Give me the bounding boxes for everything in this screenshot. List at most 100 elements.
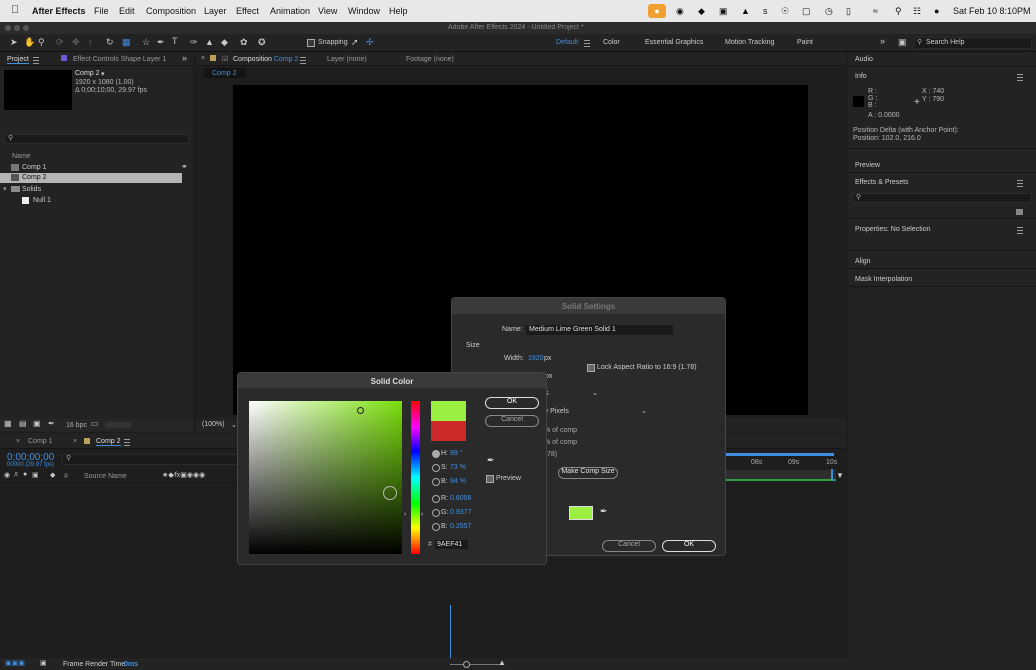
comp-marker-bin-icon[interactable]: ▼ [836,471,844,480]
rotation-tool-icon[interactable]: ↻ [106,37,114,48]
pan-tool-icon[interactable]: ✥ [72,37,80,48]
mask-interpolation-panel[interactable]: Mask Interpolation [848,272,1036,287]
project-menu-icon[interactable] [33,57,39,64]
spotlight-icon[interactable]: ⚲ [895,6,902,17]
tab-composition[interactable]: Composition Comp 2 [233,56,298,63]
timeline-tab-comp2[interactable]: Comp 2 [96,438,121,446]
puppet-tool-icon[interactable]: ✪ [258,37,266,48]
workspace-menu-icon[interactable] [584,40,590,47]
properties-menu-icon[interactable] [1017,227,1023,234]
time-machine-icon[interactable]: ◷ [825,6,833,17]
selection-tool-icon[interactable]: ➤ [10,37,18,48]
dropbox-icon[interactable]: ◆ [698,6,705,17]
close-tab-icon[interactable]: × [73,438,77,445]
color-field[interactable] [249,401,402,554]
switches-icons[interactable]: ★◆∕fx▣◉◉◉ [162,471,205,479]
workspace-paint[interactable]: Paint [797,39,813,46]
status-icon-3[interactable]: s [763,6,768,16]
tab-layer[interactable]: Layer (none) [327,56,367,63]
tab-project[interactable]: Project [7,56,29,64]
type-tool-icon[interactable]: T [172,36,178,46]
eyedropper-icon[interactable]: ✒ [600,506,608,517]
preview-checkbox[interactable] [486,475,494,483]
microphone-icon[interactable]: ● [648,4,666,18]
brightness-value[interactable]: 94 % [450,478,466,485]
minimize-window-button[interactable] [14,25,20,31]
snap-features-icon[interactable]: ✢ [366,37,374,48]
trash-icon[interactable]: ▭ [91,419,99,428]
list-item[interactable]: Comp 2 [0,173,182,183]
snap-options-icon[interactable]: ➚ [351,37,359,48]
hue-slider-right-arrow-icon[interactable]: ‹ [421,511,423,518]
menu-help[interactable]: Help [389,6,408,16]
menu-composition[interactable]: Composition [146,6,196,16]
interpret-footage-icon[interactable]: ▦ [4,419,12,428]
hue-radio[interactable] [432,450,440,458]
blue-radio[interactable] [432,523,440,531]
workspace-default[interactable]: Default [556,39,578,46]
brush-tool-icon[interactable]: ✑ [190,37,198,48]
green-value[interactable]: 0.9377 [450,509,471,516]
menu-view[interactable]: View [318,6,337,16]
project-search-field[interactable]: ⚲ [4,134,189,144]
snapping-checkbox[interactable] [307,39,315,47]
menu-window[interactable]: Window [348,6,380,16]
pan-behind-tool-icon[interactable]: ▦ [122,37,131,48]
comp-dropdown-icon[interactable]: ▾ [101,70,105,78]
tab-footage[interactable]: Footage (none) [406,56,454,63]
list-item[interactable]: Comp 1 [0,163,182,173]
source-name-header[interactable]: Source Name [84,473,127,480]
hand-tool-icon[interactable]: ✋ [24,37,35,48]
lock-icon[interactable]: ☑ [222,55,228,63]
orbit-tool-icon[interactable]: ⟳ [56,37,64,48]
wifi-icon[interactable]: ≈ [873,6,878,16]
timeline-search-field[interactable]: ⚲ [62,454,239,465]
thumbnail-slider[interactable] [105,422,131,428]
menu-animation[interactable]: Animation [270,6,310,16]
hue-value[interactable]: 89 ° [450,450,463,457]
brightness-radio[interactable] [432,478,440,486]
list-item[interactable]: Null 1 [0,196,182,206]
bpc-label[interactable]: 16 bpc [66,422,87,429]
workspace-motion-tracking[interactable]: Motion Tracking [725,39,774,46]
pen-icon[interactable]: ✒ [48,419,55,428]
hex-input[interactable]: 9AEF41 [434,539,469,550]
new-folder-icon[interactable]: ▤ [19,419,27,428]
red-value[interactable]: 0.6056 [450,495,471,502]
screen-icon[interactable]: ▢ [802,6,811,17]
effects-menu-icon[interactable] [1017,180,1023,187]
clone-stamp-tool-icon[interactable]: ▲ [205,37,214,47]
solid-color-ok-button[interactable]: OK [485,397,539,409]
lock-column-icon[interactable]: ▣ [32,471,39,479]
more-panels-icon[interactable]: » [182,53,187,63]
toggle-panel-icon[interactable]: ▣ [40,659,47,667]
align-panel[interactable]: Align [848,254,1036,269]
lock-aspect-checkbox[interactable] [587,364,595,372]
search-help-field[interactable]: ⚲ Search Help [914,37,1032,49]
status-icon-2[interactable]: ▲ [741,6,750,16]
zoom-window-button[interactable] [23,25,29,31]
audio-panel[interactable]: Audio [848,52,1036,67]
solid-name-input[interactable]: Medium Lime Green Solid 1 [525,324,674,336]
color-field-cursor[interactable] [357,407,364,414]
hue-slider[interactable] [411,401,420,554]
audio-toggle-icon[interactable]: ♬ [13,471,20,478]
menu-effect[interactable]: Effect [236,6,259,16]
solid-settings-ok-button[interactable]: OK [662,540,716,552]
work-area-bar[interactable] [724,453,834,456]
render-icons[interactable]: ▣▣▣ [5,659,25,667]
project-name-header[interactable]: Name [12,153,31,160]
app-menu[interactable]: After Effects [32,6,86,16]
control-center-icon[interactable]: ☷ [913,6,921,17]
tab-effect-controls[interactable]: Effect Controls Shape Layer 1 [73,56,166,63]
siri-icon[interactable]: ● [934,6,939,16]
zoom-slider-handle[interactable] [463,661,470,668]
menu-file[interactable]: File [94,6,109,16]
more-workspaces-icon[interactable]: » [880,36,885,46]
status-icon-1[interactable]: ◉ [676,6,684,17]
grammarly-icon[interactable]: ☉ [781,6,789,17]
composition-menu-icon[interactable] [300,57,306,64]
workspace-color[interactable]: Color [603,39,620,46]
red-radio[interactable] [432,495,440,503]
workspace-essential-graphics[interactable]: Essential Graphics [645,39,703,46]
